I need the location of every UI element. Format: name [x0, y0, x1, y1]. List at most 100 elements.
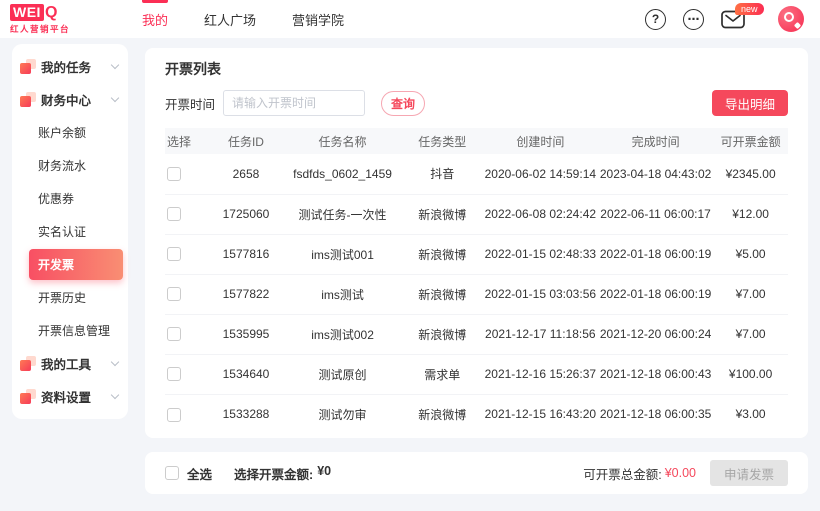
topbar: WEI Q 红人营销平台 我的 红人广场 营销学院 ? ⋯ new [0, 0, 820, 38]
row-checkbox[interactable] [167, 287, 181, 302]
tasks-icon [20, 59, 36, 74]
row-checkbox[interactable] [167, 207, 181, 222]
sidebar-item-profile-settings[interactable]: 资料设置 [12, 380, 128, 413]
table-row: 1533288 测试勿审 新浪微博 2021-12-15 16:43:20 2021-1… [165, 394, 788, 434]
cell-task-type: 新浪微博 [401, 194, 483, 235]
sidebar-item-finance-flow[interactable]: 财务流水 [12, 149, 128, 182]
nav-tab-mine[interactable]: 我的 [142, 0, 168, 38]
cell-task-type: 新浪微博 [401, 314, 483, 355]
sidebar-item-invoice-history[interactable]: 开票历史 [12, 281, 128, 314]
table-row: 1725060 测试任务-一次性 新浪微博 2022-06-08 02:24:42 20… [165, 194, 788, 235]
sidebar: 我的任务 财务中心 账户余额 财务流水 优惠券 实名认证 开发票 开票历史 开票… [12, 44, 128, 419]
filter-row: 开票时间 查询 导出明细 [165, 90, 788, 116]
cell-invoice-amount: ¥2345.00 [713, 154, 788, 195]
cell-invoice-amount: ¥7.00 [713, 274, 788, 315]
cell-invoice-amount: ¥12.00 [713, 194, 788, 235]
nav-tab-influencer-plaza[interactable]: 红人广场 [204, 0, 256, 38]
cell-task-type: 需求单 [401, 354, 483, 395]
table-row: 1577816 ims测试001 新浪微博 2022-01-15 02:48:33 20… [165, 234, 788, 275]
row-checkbox[interactable] [167, 247, 181, 262]
sidebar-item-account-balance[interactable]: 账户余额 [12, 116, 128, 149]
cell-task-id: 1533288 [222, 407, 270, 422]
cell-invoice-amount: ¥100.00 [713, 354, 788, 395]
invoice-time-label: 开票时间 [165, 97, 216, 112]
avatar[interactable] [778, 6, 804, 32]
nav-tab-label: 营销学院 [292, 12, 345, 28]
table-row: 1577822 ims测试 新浪微博 2022-01-15 03:03:56 2022-… [165, 274, 788, 315]
active-tab-indicator [142, 0, 168, 3]
avatar-logo-dot [793, 21, 802, 30]
cell-select [165, 274, 209, 315]
col-created-time: 创建时间 [482, 128, 598, 154]
selected-amount: 选择开票金额: ¥0 [234, 464, 331, 483]
col-invoice-amount: 可开票金额 [713, 128, 788, 154]
cell-finished-time: 2021-12-18 06:00:43 [597, 354, 714, 395]
table-row: 1534640 测试原创 需求单 2021-12-16 15:26:37 2021-12… [165, 354, 788, 395]
cell-finished-time: 2022-06-11 06:00:17 [597, 194, 714, 235]
profile-icon [20, 389, 36, 404]
logo-tagline: 红人营销平台 [10, 24, 71, 34]
cell-task-id: 1577822 [208, 274, 284, 315]
finance-icon [20, 92, 36, 107]
select-all-checkbox[interactable] [165, 466, 179, 480]
cell-select [165, 394, 209, 434]
sidebar-group-label: 我的任务 [41, 61, 92, 75]
cell-finished-time: 2023-04-18 04:43:02 [597, 154, 714, 195]
cell-select [165, 194, 209, 235]
sidebar-item-finance-center[interactable]: 财务中心 [12, 83, 128, 116]
help-icon[interactable]: ? [645, 8, 666, 30]
chevron-down-icon [110, 93, 120, 103]
row-checkbox[interactable] [167, 407, 181, 422]
cell-created-time: 2022-06-08 02:24:42 [482, 194, 598, 235]
topbar-icons: ? ⋯ new [645, 2, 804, 32]
invoice-table-header: 选择 任务ID 任务名称 任务类型 创建时间 完成时间 可开票金额 [165, 128, 788, 154]
sidebar-item-coupons[interactable]: 优惠券 [12, 182, 128, 215]
main-nav: 我的 红人广场 营销学院 [142, 0, 344, 38]
sidebar-item-invoice-info-management[interactable]: 开票信息管理 [12, 314, 128, 347]
sidebar-item-my-tasks[interactable]: 我的任务 [12, 50, 128, 83]
cell-created-time: 2021-12-15 16:43:20 [484, 407, 597, 422]
cell-finished-time: 2022-01-18 06:00:19 [597, 274, 714, 315]
more-icon[interactable]: ⋯ [683, 8, 704, 30]
invoice-time-input[interactable] [223, 90, 366, 116]
cell-task-id: 1725060 [208, 194, 284, 235]
cell-select [165, 354, 209, 395]
cell-task-name: ims测试001 [283, 234, 402, 275]
logo-wei: WEI [10, 4, 44, 21]
col-select: 选择 [165, 128, 209, 154]
weiq-logo[interactable]: WEI Q 红人营销平台 [10, 3, 132, 35]
cell-finished-time: 2022-01-18 06:00:19 [597, 234, 714, 275]
col-finished-time: 完成时间 [597, 128, 714, 154]
row-checkbox[interactable] [167, 167, 181, 182]
cell-created-time: 2022-01-15 02:48:33 [482, 234, 598, 275]
selected-amount-value: ¥0 [317, 463, 332, 478]
apply-invoice-button[interactable]: 申请发票 [709, 460, 788, 486]
cell-created-time: 2021-12-17 11:18:56 [482, 314, 598, 355]
query-button[interactable]: 查询 [381, 90, 426, 116]
cell-task-name: ims测试002 [283, 314, 402, 355]
cell-task-id: 2658 [208, 154, 284, 195]
nav-tab-label: 红人广场 [204, 12, 257, 28]
chevron-down-icon [110, 357, 120, 367]
sidebar-item-my-tools[interactable]: 我的工具 [12, 347, 128, 380]
footer-bar: 全选 选择开票金额: ¥0 可开票总金额: ¥0.00 申请发票 [145, 452, 808, 494]
col-task-name: 任务名称 [283, 128, 402, 154]
row-checkbox[interactable] [167, 327, 181, 342]
export-details-button[interactable]: 导出明细 [711, 90, 788, 116]
sidebar-item-real-name-auth[interactable]: 实名认证 [12, 215, 128, 248]
cell-task-name: ims测试 [283, 274, 402, 315]
nav-tab-marketing-academy[interactable]: 营销学院 [292, 0, 344, 38]
cell-task-id: 1535995 [208, 314, 284, 355]
total-amount-value: ¥0.00 [664, 466, 696, 480]
sidebar-group-label: 我的工具 [41, 358, 92, 372]
messages-button[interactable]: new [721, 2, 764, 29]
logo-q: Q [44, 3, 58, 21]
col-task-id: 任务ID [208, 128, 284, 154]
cell-select [165, 314, 209, 355]
sidebar-item-create-invoice[interactable]: 开发票 [29, 249, 123, 280]
tools-icon [20, 356, 36, 371]
cell-task-name: fsdfds_0602_1459 [283, 154, 402, 195]
row-checkbox[interactable] [167, 367, 181, 382]
app: WEI Q 红人营销平台 我的 红人广场 营销学院 ? ⋯ new 我的任务 财… [0, 0, 820, 511]
cell-created-time: 2021-12-16 15:26:37 [482, 354, 598, 395]
